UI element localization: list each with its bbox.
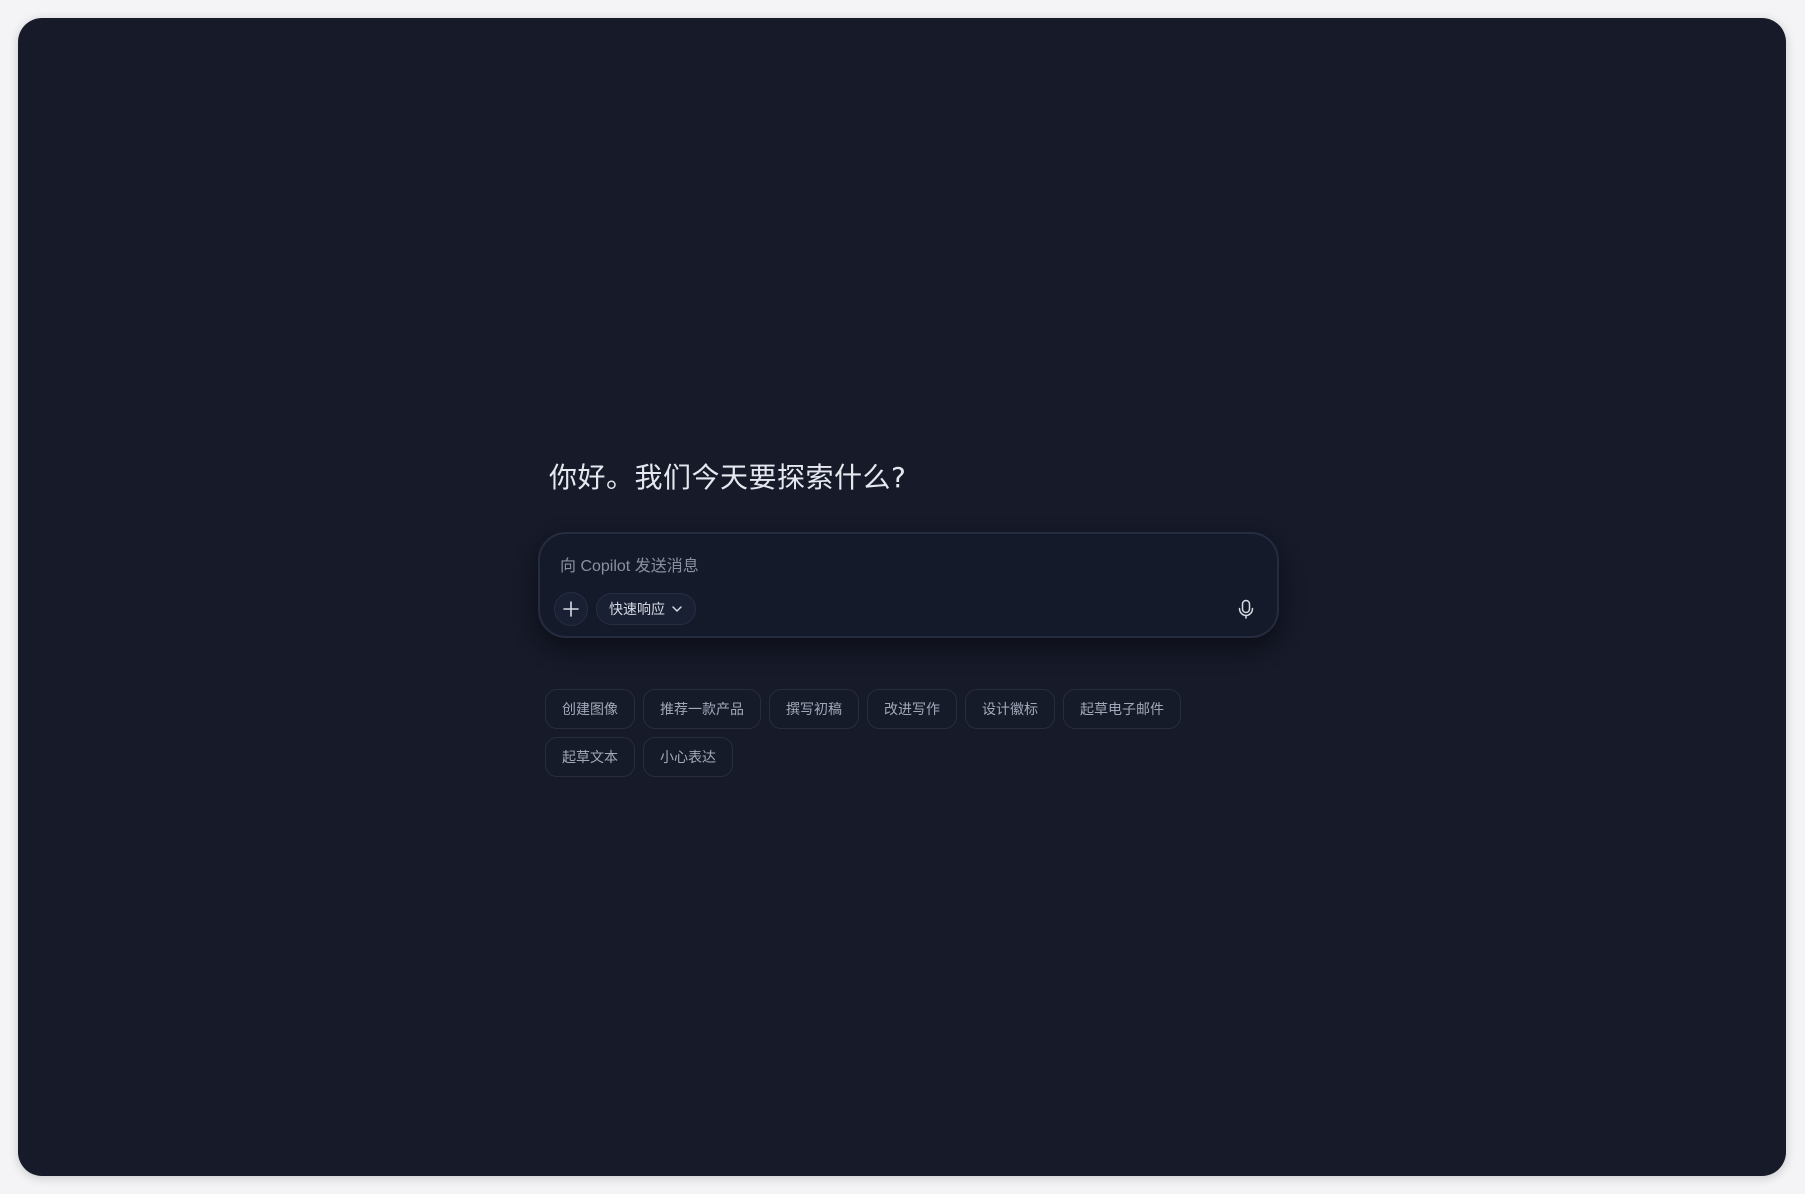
add-button[interactable] [554,592,588,626]
response-mode-label: 快速响应 [609,602,665,618]
suggestion-chip-design-logo[interactable]: 设计徽标 [965,689,1055,729]
plus-icon [563,601,579,617]
microphone-icon [1238,599,1254,619]
response-mode-dropdown[interactable]: 快速响应 [596,593,696,625]
suggestion-chip-express-carefully[interactable]: 小心表达 [643,737,733,777]
suggestion-chip-improve-writing[interactable]: 改进写作 [867,689,957,729]
chevron-down-icon [672,606,682,612]
suggestion-chip-draft-email[interactable]: 起草电子邮件 [1063,689,1181,729]
microphone-button[interactable] [1231,594,1261,624]
message-composer: 快速响应 [538,532,1279,638]
suggestion-chips: 创建图像 推荐一款产品 撰写初稿 改进写作 设计徽标 起草电子邮件 起草文本 小… [545,689,1265,777]
app-window: 你好。我们今天要探索什么? 快速响应 创建图像 推荐一款产品 撰写初稿 改进写作 [18,18,1786,1176]
suggestion-chip-write-draft[interactable]: 撰写初稿 [769,689,859,729]
suggestion-chip-draft-text[interactable]: 起草文本 [545,737,635,777]
message-input[interactable] [560,554,1240,580]
suggestion-chip-recommend-product[interactable]: 推荐一款产品 [643,689,761,729]
suggestion-chip-create-image[interactable]: 创建图像 [545,689,635,729]
greeting-heading: 你好。我们今天要探索什么? [549,461,907,494]
